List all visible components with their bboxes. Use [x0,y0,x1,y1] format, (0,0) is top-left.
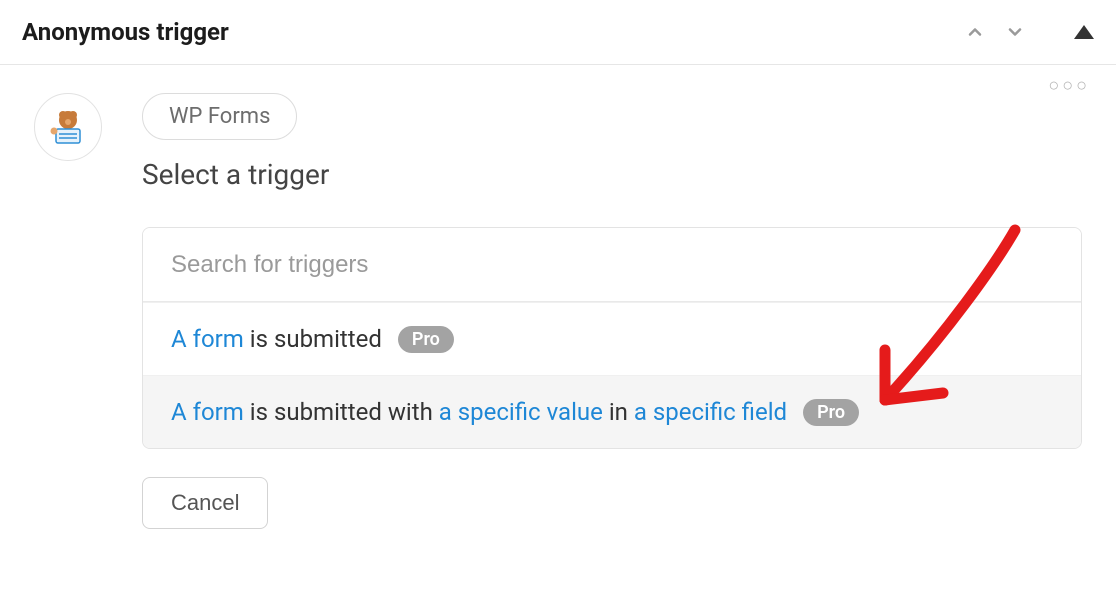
cancel-button[interactable]: Cancel [142,477,268,529]
move-up-button[interactable] [964,21,986,43]
collapse-toggle-icon[interactable] [1074,25,1094,39]
move-down-button[interactable] [1004,21,1026,43]
trigger-dropdown: A form is submittedProA form is submitte… [142,227,1082,449]
panel-body: WP Forms Select a trigger A form is subm… [0,65,1116,529]
pro-badge: Pro [803,399,859,426]
trigger-config-main: WP Forms Select a trigger A form is subm… [102,93,1092,529]
wpforms-icon [48,107,88,147]
header-controls [964,21,1094,43]
integration-avatar [34,93,102,161]
trigger-option-1[interactable]: A form is submitted with a specific valu… [143,375,1081,448]
section-subtitle: Select a trigger [142,158,1092,191]
panel-title: Anonymous trigger [22,18,229,46]
trigger-option-0[interactable]: A form is submitted Pro [143,302,1081,375]
trigger-search-input[interactable] [171,251,1053,279]
pro-badge: Pro [398,326,454,353]
integration-chip[interactable]: WP Forms [142,93,297,140]
more-options-button[interactable]: ○○○ [1048,75,1090,96]
trigger-option-label: A form is submitted [171,325,382,353]
trigger-search-row [143,228,1081,302]
panel-header: Anonymous trigger [0,0,1116,65]
trigger-option-label: A form is submitted with a specific valu… [171,398,787,426]
